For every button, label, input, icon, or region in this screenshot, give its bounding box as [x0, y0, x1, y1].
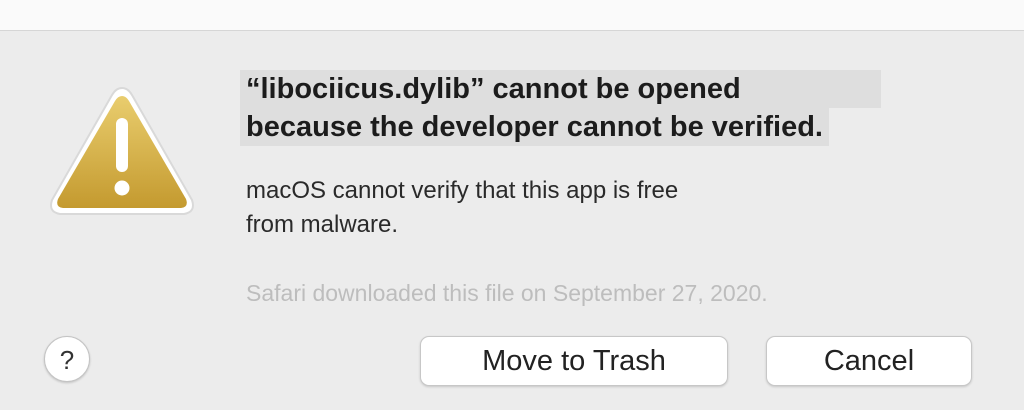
gatekeeper-alert-dialog: “libociicus.dylib” cannot be opened beca… [0, 0, 1024, 410]
move-to-trash-button[interactable]: Move to Trash [420, 336, 728, 386]
alert-message: macOS cannot verify that this app is fre… [246, 174, 678, 242]
download-source-note: Safari downloaded this file on September… [246, 280, 768, 306]
cancel-button[interactable]: Cancel [766, 336, 972, 386]
alert-message-line-1: macOS cannot verify that this app is fre… [246, 177, 679, 204]
alert-title: “libociicus.dylib” cannot be opened beca… [240, 70, 881, 146]
help-button[interactable]: ? [44, 336, 90, 382]
alert-title-line-2: because the developer cannot be verified… [240, 108, 829, 146]
window-top-strip [0, 0, 1024, 31]
alert-title-line-1: “libociicus.dylib” cannot be opened [240, 70, 881, 108]
warning-triangle-icon [50, 86, 194, 215]
alert-message-line-2: from malware. [246, 211, 399, 238]
